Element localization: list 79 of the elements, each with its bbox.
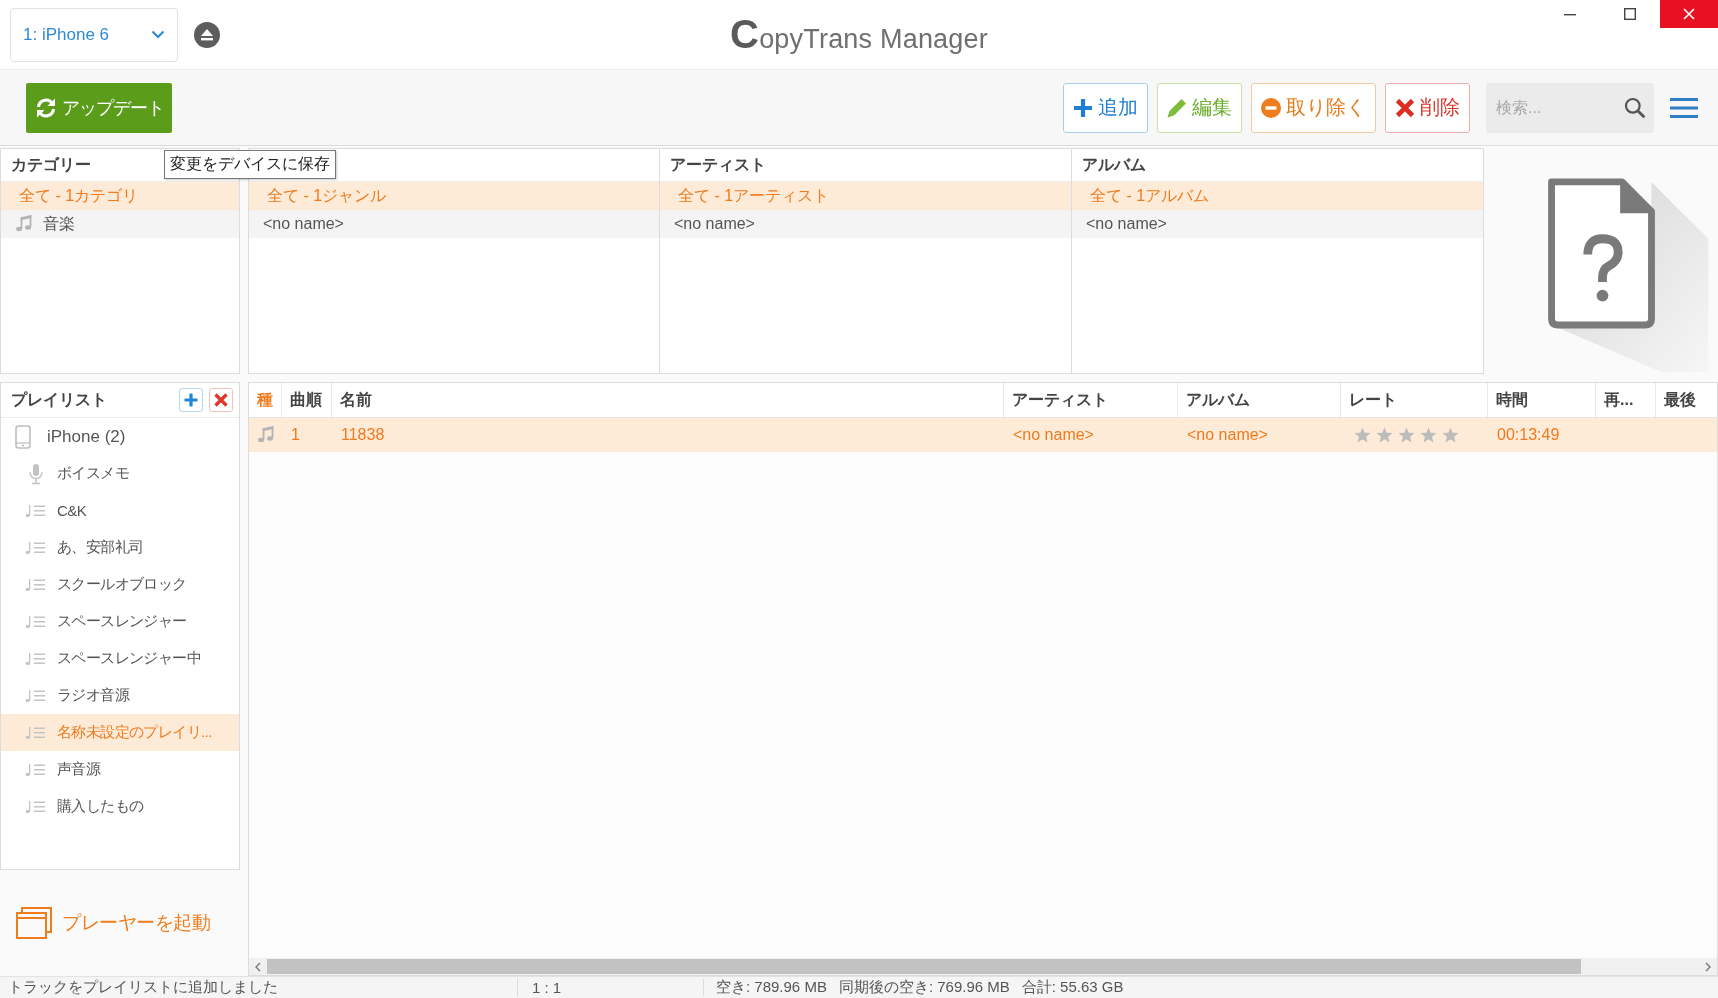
pencil-icon (1167, 97, 1187, 118)
column-header[interactable]: レート (1340, 383, 1487, 417)
music-note-icon (257, 426, 275, 444)
menu-icon[interactable] (1670, 96, 1698, 119)
playlist-icon (25, 688, 47, 703)
delete-playlist-button[interactable] (209, 388, 233, 412)
column-header[interactable]: 最後 (1655, 383, 1717, 417)
column-header[interactable]: アルバム (1177, 383, 1340, 417)
playlist-icon (25, 577, 47, 592)
star-icon[interactable] (1442, 427, 1459, 443)
panel-title: プレイリスト (11, 389, 108, 410)
playlist-icon (25, 799, 47, 814)
playlist-item[interactable]: C&K (1, 492, 239, 529)
star-icon[interactable] (1376, 427, 1393, 443)
eject-icon[interactable] (194, 21, 220, 48)
column-header[interactable]: アーティスト (1003, 383, 1177, 417)
playlist-item[interactable]: 声音源 (1, 751, 239, 788)
track-count: 1 : 1 (518, 979, 704, 996)
status-message: トラックをプレイリストに追加しました (0, 978, 518, 997)
maximize-icon (1624, 8, 1636, 20)
app-title: CopyTrans Manager (730, 12, 988, 57)
column-header[interactable]: 時間 (1487, 383, 1595, 417)
table-cell: <no name> (1187, 426, 1268, 444)
column-header[interactable]: 曲順 (281, 383, 331, 417)
playlist-icon (25, 762, 47, 777)
table-cell: 11838 (341, 426, 385, 444)
star-icon[interactable] (1398, 427, 1415, 443)
table-cell: <no name> (1013, 426, 1094, 444)
playlist-item[interactable]: あ、安部礼司 (1, 529, 239, 566)
delete-button[interactable]: 削除 (1385, 82, 1470, 133)
phone-icon (15, 424, 31, 449)
chevron-down-icon (151, 30, 165, 39)
playlist-item[interactable]: ラジオ音源 (1, 677, 239, 714)
horizontal-scrollbar[interactable] (249, 958, 1717, 975)
filter-item[interactable]: <no name> (249, 210, 659, 238)
star-icon[interactable] (1420, 427, 1437, 443)
playlist-item[interactable]: 購入したもの (1, 788, 239, 825)
search-field[interactable]: 検索... (1486, 82, 1654, 133)
playlist-icon (25, 614, 47, 629)
playlist-item[interactable]: スクールオブロック (1, 566, 239, 603)
storage-info: 同期後の空き: 769.96 MB (838, 978, 1010, 997)
playlist-icon (25, 503, 47, 518)
column-header[interactable]: 名前 (331, 383, 1003, 417)
x-icon (1395, 97, 1415, 118)
add-button[interactable]: 追加 (1063, 82, 1148, 133)
column-header[interactable]: 再... (1595, 383, 1655, 417)
filter-item[interactable]: 音楽 (1, 210, 239, 238)
tooltip: 変更をデバイスに保存 (164, 150, 336, 179)
storage-info: 空き: 789.96 MB (716, 978, 827, 997)
add-playlist-button[interactable] (179, 388, 203, 412)
minus-circle-icon (1261, 97, 1281, 118)
close-icon (1683, 8, 1695, 20)
microphone-icon (28, 462, 44, 485)
playlist-item[interactable]: iPhone (2) (1, 418, 239, 455)
table-cell: 1 (291, 426, 300, 444)
column-header[interactable]: カテゴリー (11, 154, 91, 176)
column-header[interactable]: アーティスト (670, 154, 766, 176)
playlist-icon (25, 725, 47, 740)
plus-icon (184, 393, 198, 407)
playlist-icon (25, 651, 47, 666)
x-icon (214, 393, 228, 407)
playlist-item[interactable]: スペースレンジャー中 (1, 640, 239, 677)
storage-info: 合計: 55.63 GB (1021, 978, 1124, 997)
window-icon (16, 907, 52, 939)
filter-item[interactable]: <no name> (1072, 210, 1483, 238)
plus-icon (1073, 97, 1093, 118)
search-icon[interactable] (1624, 96, 1646, 119)
chevron-left-icon[interactable] (254, 961, 262, 972)
device-dropdown[interactable]: 1: iPhone 6 (10, 7, 178, 62)
chevron-right-icon[interactable] (1704, 961, 1712, 972)
filter-item[interactable]: <no name> (660, 210, 1071, 238)
scrollbar-thumb[interactable] (267, 959, 1581, 974)
column-header[interactable]: アルバム (1082, 154, 1146, 176)
music-note-icon (15, 215, 33, 233)
playlist-item[interactable]: ボイスメモ (1, 455, 239, 492)
star-icon[interactable] (1354, 427, 1371, 443)
playlist-item[interactable]: スペースレンジャー (1, 603, 239, 640)
table-cell: 00:13:49 (1497, 426, 1560, 444)
playlist-icon (25, 540, 47, 555)
